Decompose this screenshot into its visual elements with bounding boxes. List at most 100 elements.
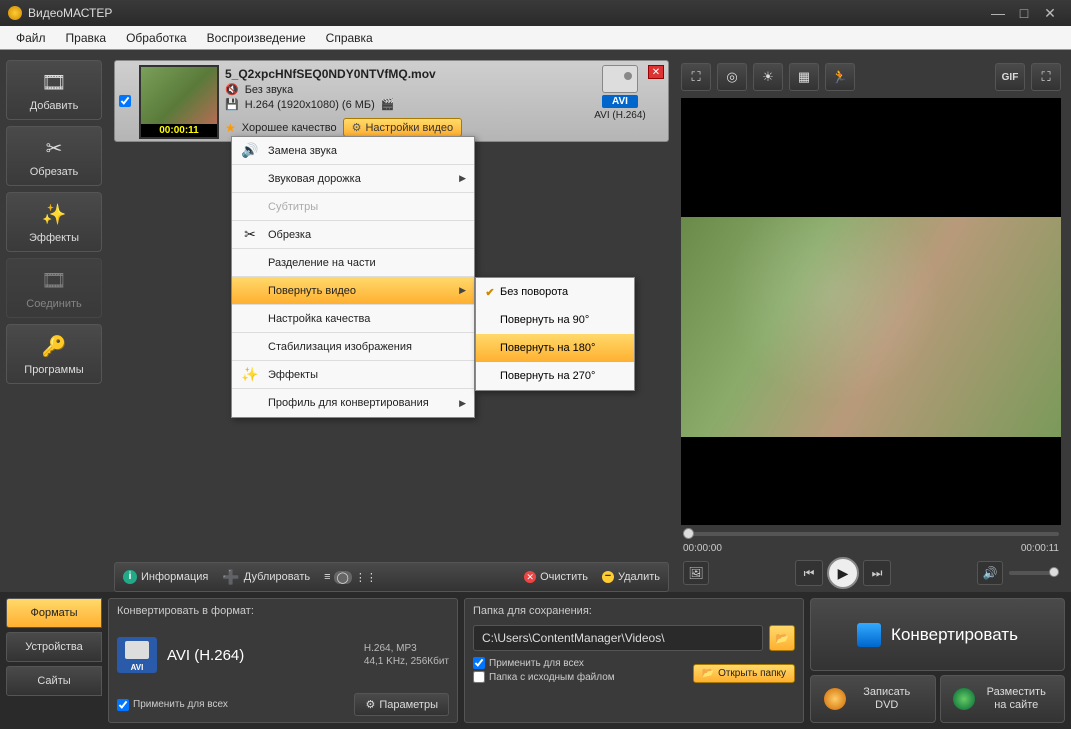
rotate-270[interactable]: Повернуть на 270° — [476, 362, 634, 390]
save-apply-all[interactable]: Применить для всех — [473, 657, 615, 669]
tab-formats[interactable]: Форматы — [6, 598, 102, 628]
speed-tool[interactable]: 🏃 — [825, 63, 855, 91]
gear-icon: ⚙ — [352, 121, 362, 134]
scissors-icon: ✂ — [236, 226, 264, 243]
left-sidebar: 🎞Добавить ✂Обрезать ✨Эффекты 🎞Соединить … — [0, 50, 108, 592]
no-sound-label: Без звука — [245, 84, 294, 96]
sidebar-join-label: Соединить — [26, 298, 82, 310]
prev-button[interactable]: ⏮ — [795, 560, 823, 586]
maximize-button[interactable]: □ — [1011, 5, 1037, 21]
fullscreen-button[interactable]: ⛶ — [1031, 63, 1061, 91]
sidebar-programs[interactable]: 🔑Программы — [6, 324, 102, 384]
check-icon: ✔ — [480, 286, 500, 299]
rotate-submenu: ✔Без поворота Повернуть на 90° Повернуть… — [475, 277, 635, 391]
sidebar-trim[interactable]: ✂Обрезать — [6, 126, 102, 186]
format-selector[interactable]: AVI (H.264) H.264, MP3 44,1 KHz, 256Кбит — [117, 621, 449, 689]
format-icon — [117, 637, 157, 673]
time-row: 00:00:00 00:00:11 — [681, 543, 1061, 554]
arrow-right-icon: ▶ — [459, 285, 466, 296]
same-as-source[interactable]: Папка с исходным файлом — [473, 671, 615, 683]
format-panel: Конвертировать в формат: AVI (H.264) H.2… — [108, 598, 458, 723]
ctx-quality[interactable]: Настройка качества — [232, 305, 474, 333]
delete-button[interactable]: −Удалить — [602, 571, 660, 583]
file-thumbnail[interactable]: 00:00:11 — [139, 65, 219, 139]
ctx-audio-track[interactable]: Звуковая дорожка▶ — [232, 165, 474, 193]
duration-badge: 00:00:11 — [141, 124, 217, 137]
open-folder-button[interactable]: 📂Открыть папку — [693, 664, 795, 683]
preview-toolbar: ⛶ ◎ ☀ ▦ 🏃 GIF ⛶ — [681, 60, 1061, 94]
ctx-stabilize[interactable]: Стабилизация изображения — [232, 333, 474, 361]
speaker-icon: 🔊 — [236, 142, 264, 159]
snapshot-button[interactable]: 🖼 — [683, 561, 709, 585]
gif-button[interactable]: GIF — [995, 63, 1025, 91]
tab-sites[interactable]: Сайты — [6, 666, 102, 696]
sparkle-icon: ✨ — [40, 201, 68, 229]
play-button[interactable]: ▶ — [827, 557, 859, 589]
rotate-none[interactable]: ✔Без поворота — [476, 278, 634, 306]
menu-edit[interactable]: Правка — [56, 28, 117, 48]
quality-label: Хорошее качество — [242, 122, 337, 134]
sidebar-add[interactable]: 🎞Добавить — [6, 60, 102, 120]
crop-tool[interactable]: ⛶ — [681, 63, 711, 91]
ctx-effects[interactable]: ✨Эффекты — [232, 361, 474, 389]
sidebar-effects[interactable]: ✨Эффекты — [6, 192, 102, 252]
sidebar-trim-label: Обрезать — [30, 166, 79, 178]
convert-button[interactable]: Конвертировать — [810, 598, 1065, 671]
burn-dvd-button[interactable]: Записать DVD — [810, 675, 936, 723]
ctx-rotate[interactable]: Повернуть видео▶ — [232, 277, 474, 305]
frame-tool[interactable]: ▦ — [789, 63, 819, 91]
clear-button[interactable]: ✕Очистить — [524, 571, 588, 583]
menu-file[interactable]: Файл — [6, 28, 56, 48]
x-circle-icon: ✕ — [524, 571, 536, 583]
video-preview[interactable] — [681, 98, 1061, 525]
key-icon: 🔑 — [40, 333, 68, 361]
volume-handle[interactable] — [1049, 567, 1059, 577]
save-header: Папка для сохранения: — [473, 605, 795, 617]
ctx-subtitles: Субтитры — [232, 193, 474, 221]
rotate-180[interactable]: Повернуть на 180° — [476, 334, 634, 362]
file-checkbox[interactable] — [119, 95, 131, 107]
video-settings-button[interactable]: ⚙Настройки видео — [343, 118, 463, 137]
ctx-profile[interactable]: Профиль для конвертирования▶ — [232, 389, 474, 417]
volume-button[interactable]: 🔊 — [977, 561, 1003, 585]
globe-icon — [953, 688, 975, 710]
close-button[interactable]: ✕ — [1037, 5, 1063, 22]
next-button[interactable]: ⏭ — [863, 560, 891, 586]
rotate-90[interactable]: Повернуть на 90° — [476, 306, 634, 334]
format-header: Конвертировать в формат: — [117, 605, 449, 617]
folder-icon: 📂 — [775, 632, 789, 645]
volume-slider[interactable] — [1009, 571, 1059, 575]
video-frame — [681, 217, 1061, 437]
app-title: ВидеоМАСТЕР — [28, 6, 112, 20]
publish-button[interactable]: Разместить на сайте — [940, 675, 1066, 723]
menu-playback[interactable]: Воспроизведение — [197, 28, 316, 48]
save-path[interactable]: C:\Users\ContentManager\Videos\ — [473, 625, 763, 651]
apply-all-checkbox[interactable]: Применить для всех — [117, 699, 228, 711]
ctx-replace-audio[interactable]: 🔊Замена звука — [232, 137, 474, 165]
menu-help[interactable]: Справка — [316, 28, 383, 48]
file-info: 5_Q2xpcHNfSEQ0NDY0NTVfMQ.mov 🔇Без звука … — [225, 65, 570, 137]
video-settings-label: Настройки видео — [365, 122, 453, 134]
ctx-trim[interactable]: ✂Обрезка — [232, 221, 474, 249]
menu-processing[interactable]: Обработка — [116, 28, 197, 48]
params-button[interactable]: ⚙Параметры — [354, 693, 449, 716]
ctx-split[interactable]: Разделение на части — [232, 249, 474, 277]
seek-bar[interactable] — [681, 525, 1061, 543]
browse-button[interactable]: 📂 — [769, 625, 795, 651]
minimize-button[interactable]: — — [985, 5, 1011, 21]
file-checkbox-col — [119, 65, 133, 137]
lens-tool[interactable]: ◎ — [717, 63, 747, 91]
view-mode-toggle[interactable]: ≡◯⋮⋮ — [324, 571, 377, 584]
tab-devices[interactable]: Устройства — [6, 632, 102, 662]
speaker-icon: 🔇 — [225, 83, 239, 96]
info-button[interactable]: iИнформация — [123, 570, 208, 584]
file-list-area: 00:00:11 5_Q2xpcHNfSEQ0NDY0NTVfMQ.mov 🔇Б… — [108, 50, 675, 592]
file-row[interactable]: 00:00:11 5_Q2xpcHNfSEQ0NDY0NTVfMQ.mov 🔇Б… — [114, 60, 669, 142]
sidebar-add-label: Добавить — [30, 100, 79, 112]
brightness-tool[interactable]: ☀ — [753, 63, 783, 91]
film-join-icon: 🎞 — [40, 267, 68, 295]
remove-file-button[interactable]: ✕ — [648, 65, 664, 79]
codec-line: H.264 (1920x1080) (6 МБ) — [245, 99, 375, 111]
duplicate-button[interactable]: ➕Дублировать — [222, 569, 310, 586]
seek-handle[interactable] — [683, 528, 694, 539]
